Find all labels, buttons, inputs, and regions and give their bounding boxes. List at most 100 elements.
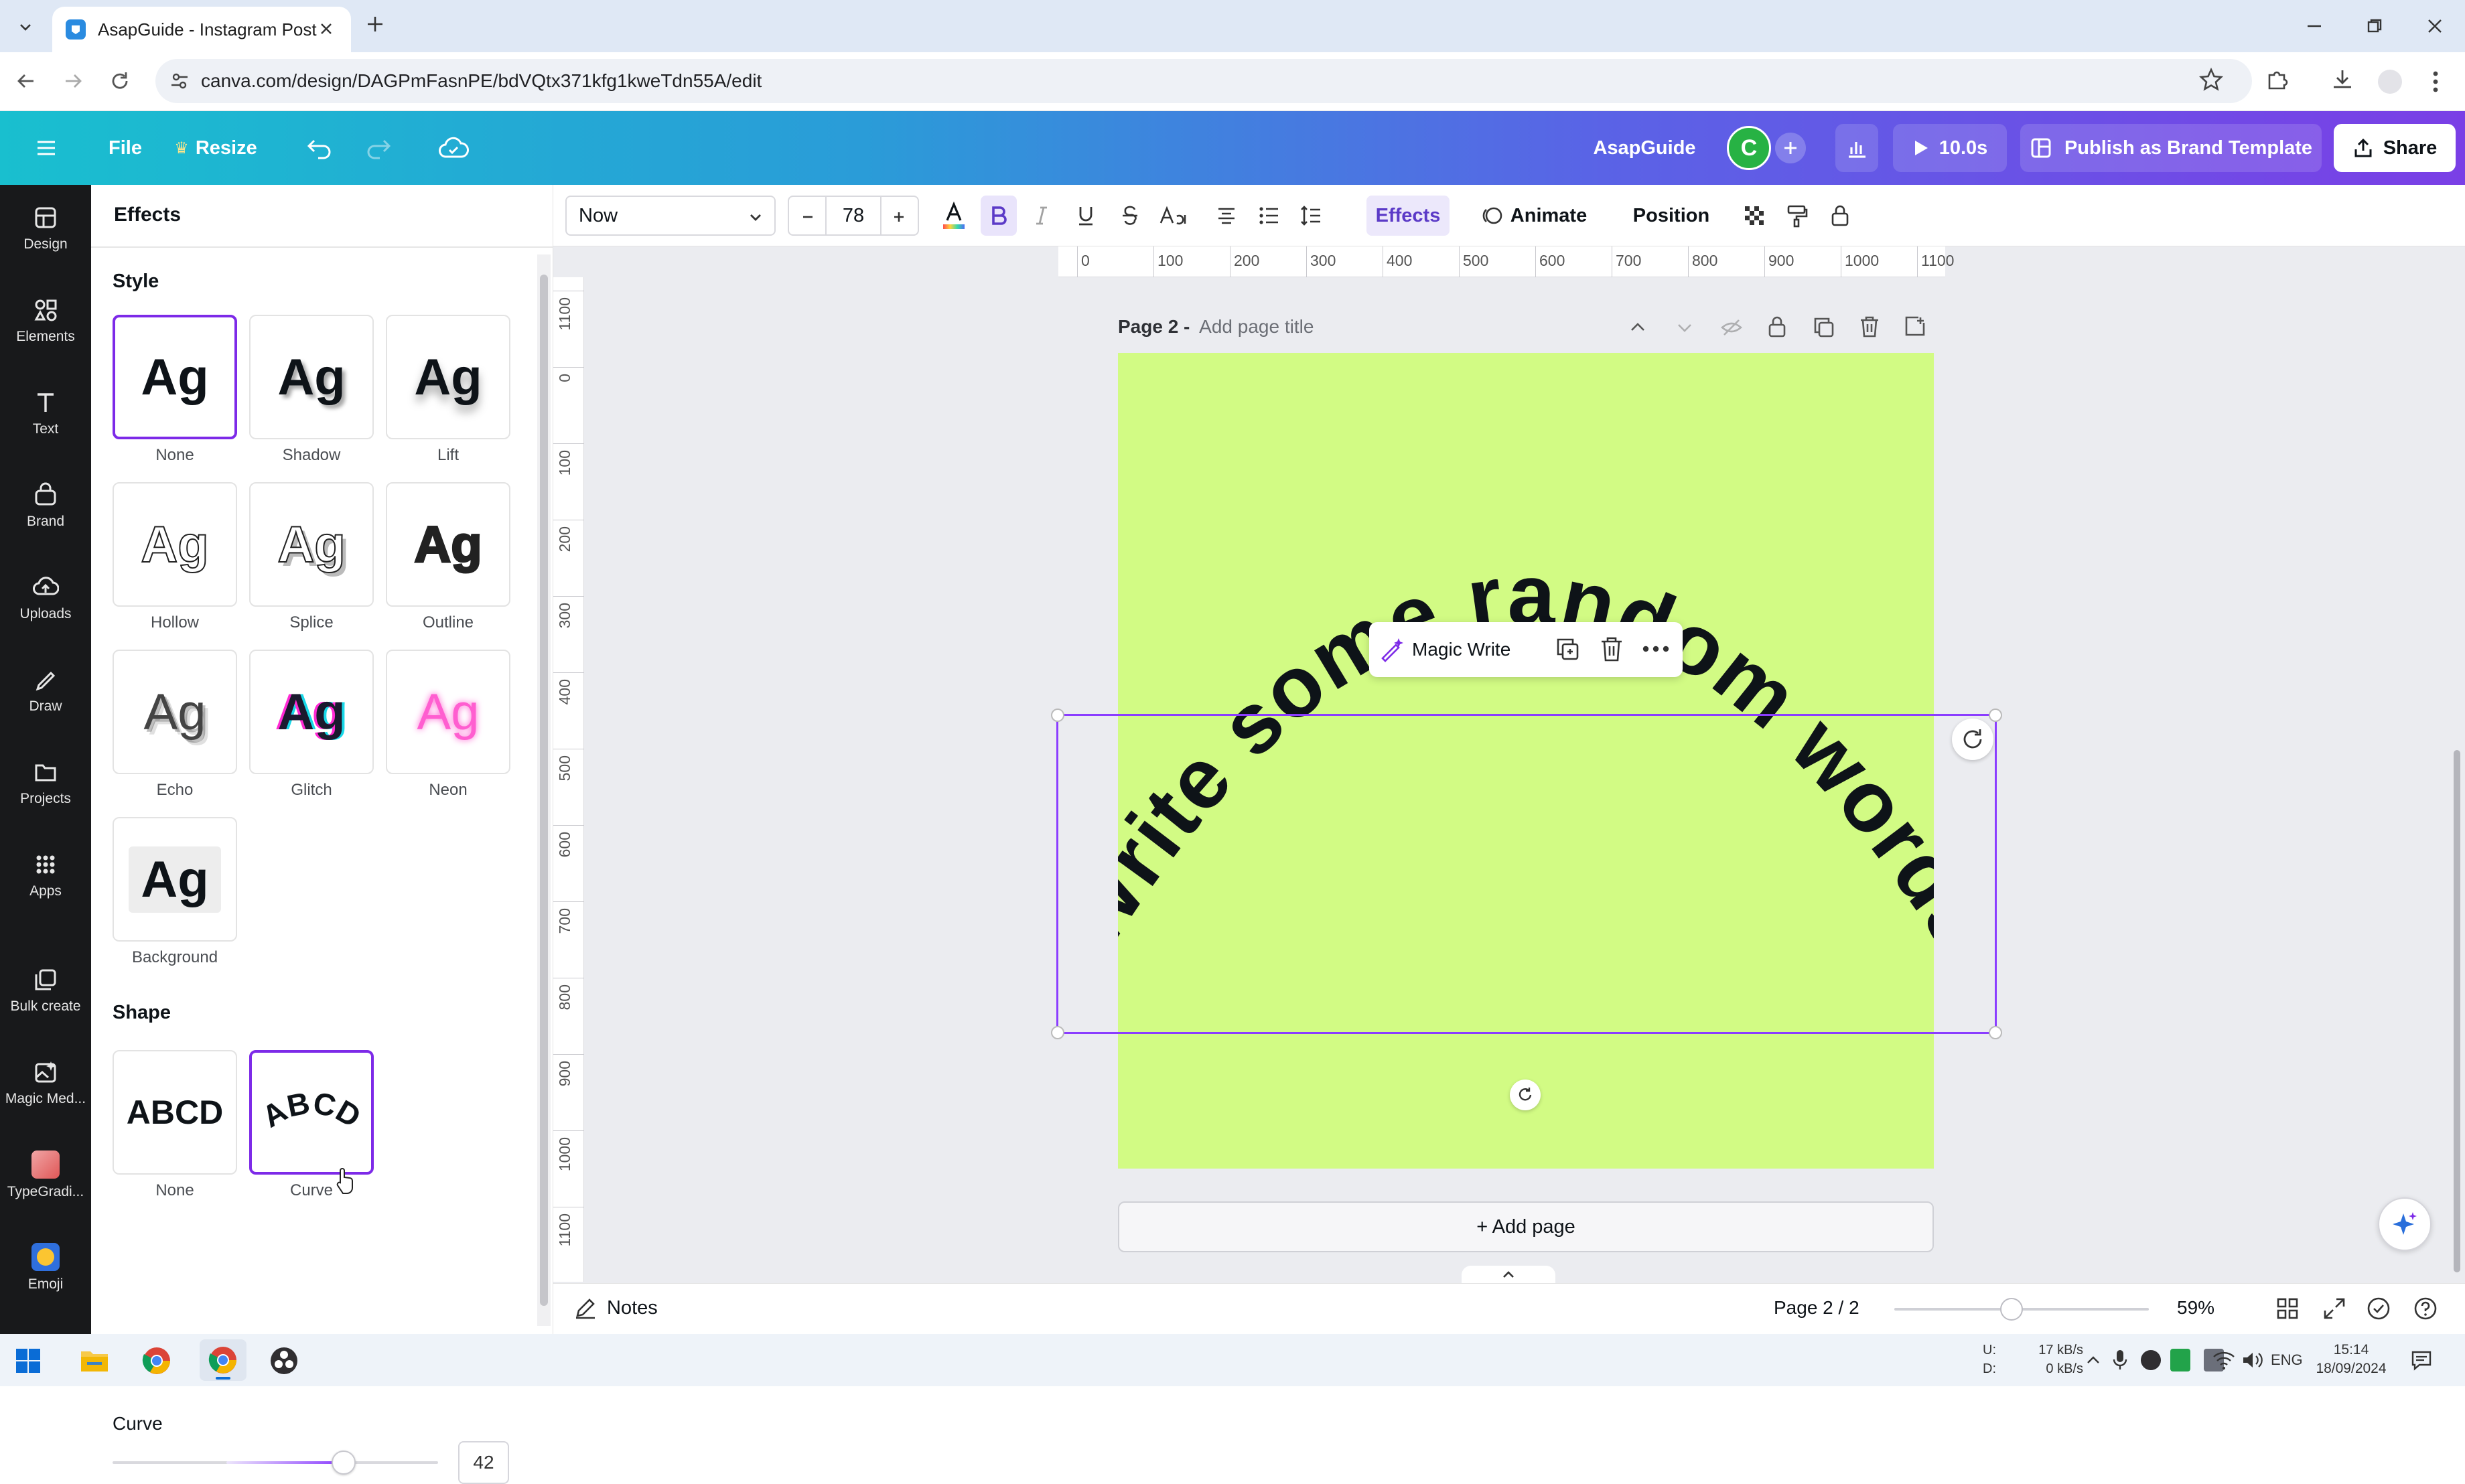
rail-item-projects[interactable]: Projects bbox=[0, 739, 91, 826]
download-icon[interactable] bbox=[2330, 67, 2355, 92]
window-restore-icon[interactable] bbox=[2365, 16, 2385, 36]
notes-button[interactable]: Notes bbox=[573, 1296, 658, 1320]
rail-item-typegradient[interactable]: TypeGradi... bbox=[0, 1132, 91, 1219]
copy-style-icon[interactable] bbox=[1779, 196, 1815, 236]
bold-icon[interactable] bbox=[981, 196, 1017, 236]
publish-brand-template-button[interactable]: Publish as Brand Template bbox=[2020, 124, 2322, 172]
site-info-icon[interactable] bbox=[169, 70, 190, 92]
style-tile-lift[interactable]: Ag bbox=[386, 315, 510, 439]
browser-menu-icon[interactable] bbox=[2429, 68, 2442, 95]
magic-write-button[interactable]: Magic Write bbox=[1379, 629, 1510, 670]
font-family-dropdown[interactable]: Now bbox=[565, 196, 776, 236]
undo-icon[interactable] bbox=[300, 124, 339, 172]
canvas-scrollbar[interactable] bbox=[2452, 281, 2462, 1272]
more-options-icon[interactable] bbox=[1641, 644, 1671, 654]
lock-icon[interactable] bbox=[1822, 196, 1858, 236]
delete-element-icon[interactable] bbox=[1598, 636, 1625, 664]
start-menu-icon[interactable] bbox=[15, 1347, 42, 1374]
collapse-pages-icon[interactable] bbox=[1462, 1266, 1555, 1284]
resize-handle-top-left[interactable] bbox=[1051, 709, 1064, 722]
style-tile-splice[interactable]: Ag bbox=[249, 482, 374, 607]
strikethrough-icon[interactable] bbox=[1112, 196, 1148, 236]
resize-handle-bottom-right[interactable] bbox=[1989, 1026, 2002, 1039]
forward-icon[interactable] bbox=[62, 70, 84, 92]
curve-value-input[interactable]: 42 bbox=[458, 1441, 509, 1484]
file-explorer-icon[interactable] bbox=[79, 1346, 110, 1374]
clock[interactable]: 15:14 18/09/2024 bbox=[2311, 1341, 2391, 1378]
duplicate-element-icon[interactable] bbox=[1554, 636, 1582, 664]
style-tile-neon[interactable]: Ag bbox=[386, 650, 510, 774]
reload-icon[interactable] bbox=[109, 70, 131, 92]
spacing-icon[interactable] bbox=[1293, 196, 1329, 236]
tab-list-icon[interactable] bbox=[12, 13, 39, 40]
rail-item-emoji[interactable]: Emoji bbox=[0, 1224, 91, 1311]
team-name[interactable]: AsapGuide bbox=[1581, 124, 1708, 172]
letter-case-icon[interactable] bbox=[1155, 196, 1194, 236]
style-tile-background[interactable]: Ag bbox=[113, 817, 237, 942]
chrome-active-icon[interactable] bbox=[200, 1339, 246, 1381]
canvas-scrollbar-thumb[interactable] bbox=[2454, 750, 2460, 1272]
file-menu-button[interactable]: File bbox=[92, 124, 158, 172]
style-tile-none[interactable]: Ag bbox=[113, 315, 237, 439]
page-hide-icon[interactable] bbox=[1720, 316, 1743, 339]
fullscreen-icon[interactable] bbox=[2322, 1296, 2347, 1321]
page-add-icon[interactable] bbox=[1904, 315, 1926, 339]
window-minimize-icon[interactable] bbox=[2304, 16, 2324, 36]
italic-icon[interactable] bbox=[1024, 196, 1060, 236]
invite-plus-icon[interactable] bbox=[1775, 133, 1806, 163]
tray-chevron-icon[interactable] bbox=[2085, 1351, 2102, 1369]
page-duplicate-icon[interactable] bbox=[1813, 316, 1835, 339]
align-center-icon[interactable] bbox=[1208, 196, 1245, 236]
rotate-handle-icon[interactable] bbox=[1510, 1080, 1541, 1110]
page-title-input[interactable]: Add page title bbox=[1199, 316, 1314, 337]
selection-box[interactable] bbox=[1051, 709, 2002, 1039]
grid-view-icon[interactable] bbox=[2275, 1296, 2300, 1321]
curve-slider-track[interactable] bbox=[113, 1451, 438, 1475]
language-indicator[interactable]: ENG bbox=[2271, 1351, 2303, 1369]
rail-item-magic-media[interactable]: Magic Med... bbox=[0, 1039, 91, 1126]
text-color-icon[interactable] bbox=[935, 196, 973, 236]
style-tile-glitch[interactable]: Ag bbox=[249, 650, 374, 774]
zoom-slider-handle[interactable] bbox=[1999, 1298, 2023, 1321]
style-tile-shadow[interactable]: Ag bbox=[249, 315, 374, 439]
extensions-icon[interactable] bbox=[2264, 67, 2290, 92]
main-menu-icon[interactable] bbox=[27, 124, 66, 172]
page-lock-icon[interactable] bbox=[1767, 315, 1787, 339]
chrome-icon[interactable] bbox=[142, 1346, 171, 1376]
rail-item-bulk-create[interactable]: Bulk create bbox=[0, 947, 91, 1034]
page-delete-icon[interactable] bbox=[1858, 315, 1881, 339]
shape-tile-none[interactable]: ABCD bbox=[113, 1050, 237, 1175]
transparency-icon[interactable] bbox=[1736, 196, 1772, 236]
notifications-icon[interactable] bbox=[2410, 1349, 2433, 1371]
style-tile-echo[interactable]: Ag bbox=[113, 650, 237, 774]
element-refresh-icon[interactable] bbox=[1952, 719, 1993, 760]
back-icon[interactable] bbox=[15, 70, 38, 92]
shape-tile-curve[interactable]: ABCD bbox=[249, 1050, 374, 1175]
network-icon[interactable] bbox=[2212, 1350, 2236, 1370]
add-page-button[interactable]: + Add page bbox=[1118, 1201, 1934, 1252]
obs-recorder-icon[interactable] bbox=[269, 1346, 299, 1376]
nvidia-tray-icon[interactable] bbox=[2170, 1349, 2190, 1371]
panel-scrollbar-thumb[interactable] bbox=[540, 275, 548, 1306]
position-button[interactable]: Position bbox=[1621, 196, 1721, 236]
font-size-decrease-icon[interactable] bbox=[796, 205, 820, 229]
redo-icon[interactable] bbox=[359, 124, 398, 172]
rail-item-draw[interactable]: Draw bbox=[0, 647, 91, 734]
present-button[interactable]: 10.0s bbox=[1893, 124, 2007, 172]
animate-button[interactable]: Animate bbox=[1478, 196, 1590, 236]
insights-chart-icon[interactable] bbox=[1835, 124, 1878, 172]
obs-tray-icon[interactable] bbox=[2141, 1350, 2161, 1370]
rail-item-brand[interactable]: Brand bbox=[0, 462, 91, 549]
microphone-icon[interactable] bbox=[2111, 1349, 2129, 1371]
profile-avatar-icon[interactable] bbox=[2378, 70, 2402, 94]
new-tab-icon[interactable] bbox=[364, 13, 386, 35]
url-field[interactable]: canva.com/design/DAGPmFasnPE/bdVQtx371kf… bbox=[155, 59, 2252, 103]
rail-item-apps[interactable]: Apps bbox=[0, 832, 91, 919]
check-status-icon[interactable] bbox=[2366, 1296, 2391, 1321]
volume-icon[interactable] bbox=[2241, 1350, 2264, 1370]
zoom-value[interactable]: 59% bbox=[2177, 1297, 2214, 1319]
bookmark-star-icon[interactable] bbox=[2198, 67, 2224, 92]
rail-item-uploads[interactable]: Uploads bbox=[0, 554, 91, 642]
curve-slider-handle[interactable] bbox=[332, 1451, 356, 1475]
page-move-up-icon[interactable] bbox=[1626, 316, 1649, 339]
